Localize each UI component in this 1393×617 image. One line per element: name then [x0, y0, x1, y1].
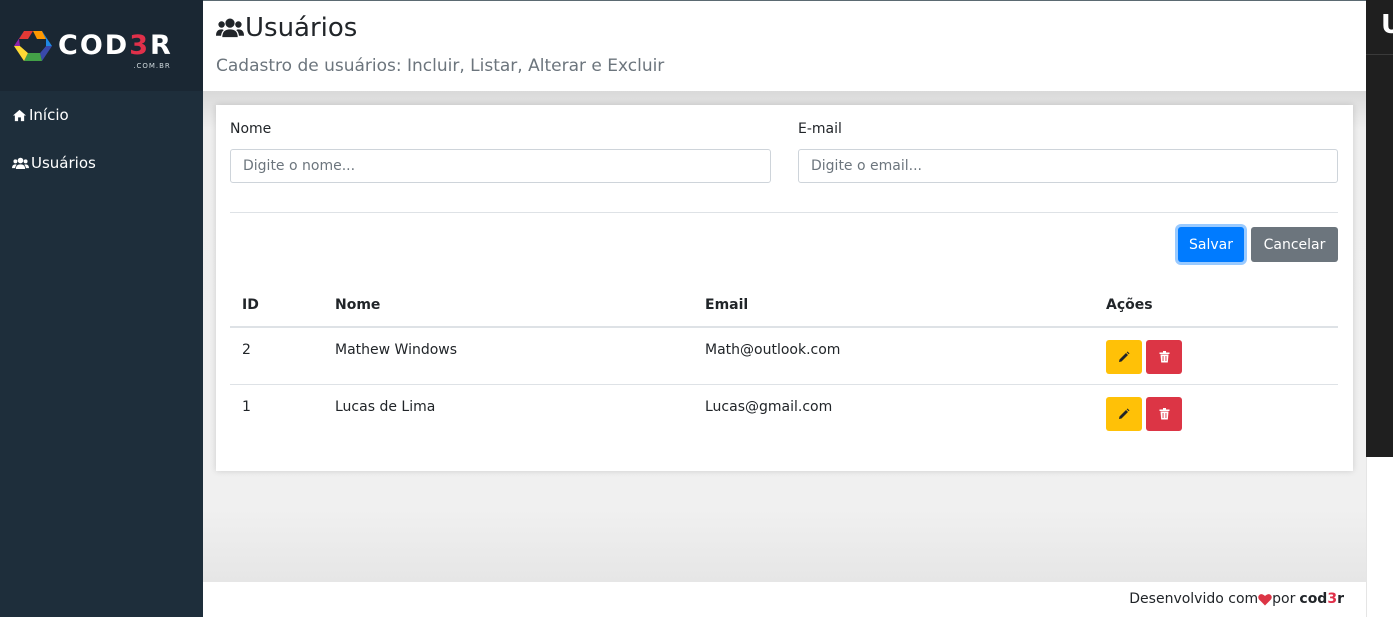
sidebar-item-label: Usuários — [31, 154, 96, 172]
cell-actions — [1094, 327, 1338, 384]
column-header-email: Email — [693, 283, 1094, 328]
footer-brand[interactable]: cod3r — [1299, 591, 1344, 607]
background-window-edge — [1366, 457, 1393, 617]
footer-brand-3: 3 — [1327, 591, 1338, 607]
sidebar-item-inicio[interactable]: Início — [12, 102, 96, 128]
logo-text: COD3R .COM.BR — [58, 30, 173, 70]
heart-icon — [1258, 593, 1272, 605]
column-header-nome: Nome — [323, 283, 693, 328]
cell-id: 2 — [242, 342, 251, 358]
page-title: Usuários — [216, 13, 357, 43]
home-icon — [13, 109, 26, 121]
page-subtitle: Cadastro de usuários: Incluir, Listar, A… — [216, 56, 665, 76]
email-input[interactable] — [798, 149, 1338, 183]
cell-actions — [1094, 383, 1338, 441]
column-header-id: ID — [230, 283, 323, 328]
footer-brand-r: r — [1337, 591, 1344, 607]
cell-name: Lucas de Lima — [323, 383, 693, 441]
pencil-icon — [1119, 408, 1130, 419]
cancel-button[interactable]: Cancelar — [1251, 227, 1338, 262]
overlapping-window-letter: U — [1381, 10, 1393, 40]
name-label: Nome — [230, 121, 272, 137]
logo-subtext: .COM.BR — [133, 62, 171, 70]
name-input[interactable] — [230, 149, 771, 183]
table-header-row: ID Nome Email Ações — [230, 283, 1338, 328]
email-label: E-mail — [798, 121, 842, 137]
sidebar: COD3R .COM.BR Início Usuários — [0, 0, 203, 617]
pencil-icon — [1119, 351, 1130, 362]
page-header: Usuários Cadastro de usuários: Incluir, … — [203, 0, 1366, 91]
footer-brand-a: cod — [1299, 591, 1328, 607]
trash-icon — [1159, 407, 1169, 419]
logo[interactable]: COD3R .COM.BR — [0, 0, 203, 91]
trash-icon — [1159, 351, 1169, 363]
overlapping-window[interactable]: U — [1366, 0, 1393, 457]
page-title-text: Usuários — [245, 13, 358, 43]
save-button[interactable]: Salvar — [1178, 227, 1244, 262]
main-content: Nome E-mail Salvar Cancelar ID Nome Emai… — [203, 91, 1366, 582]
sidebar-item-usuarios[interactable]: Usuários — [12, 150, 96, 176]
footer-credit: Desenvolvido com por cod3r — [1129, 591, 1344, 607]
table-row[interactable]: 1 Lucas de Lima Lucas@gmail.com — [230, 383, 1338, 441]
logo-text-a: COD — [58, 30, 130, 61]
cell-email: Math@outlook.com — [705, 342, 841, 358]
cell-id: 1 — [230, 383, 323, 441]
column-header-acoes: Ações — [1094, 283, 1338, 328]
delete-button[interactable] — [1146, 340, 1182, 374]
logo-text-r: R — [149, 30, 173, 61]
divider — [230, 212, 1338, 213]
footer-middle: por — [1272, 591, 1296, 607]
table-row[interactable]: 2 Mathew Windows Math@outlook.com — [230, 327, 1338, 384]
sidebar-item-label: Início — [29, 106, 69, 124]
users-table: ID Nome Email Ações 2 Mathew Windows Mat… — [230, 283, 1338, 441]
cell-name: Mathew Windows — [335, 342, 458, 358]
users-icon — [216, 18, 244, 38]
edit-button[interactable] — [1106, 396, 1142, 431]
logo-text-3: 3 — [129, 30, 150, 61]
overlapping-window-titlebar: U — [1366, 0, 1393, 55]
delete-button[interactable] — [1146, 396, 1182, 431]
logo-hexagon-icon — [14, 30, 52, 61]
user-form-card: Nome E-mail Salvar Cancelar ID Nome Emai… — [216, 105, 1353, 471]
footer: Desenvolvido com por cod3r — [203, 582, 1366, 617]
cell-email: Lucas@gmail.com — [693, 383, 1094, 441]
footer-prefix: Desenvolvido com — [1129, 591, 1259, 607]
users-icon — [12, 157, 29, 169]
edit-button[interactable] — [1106, 340, 1142, 374]
sidebar-nav: Início Usuários — [12, 102, 96, 198]
